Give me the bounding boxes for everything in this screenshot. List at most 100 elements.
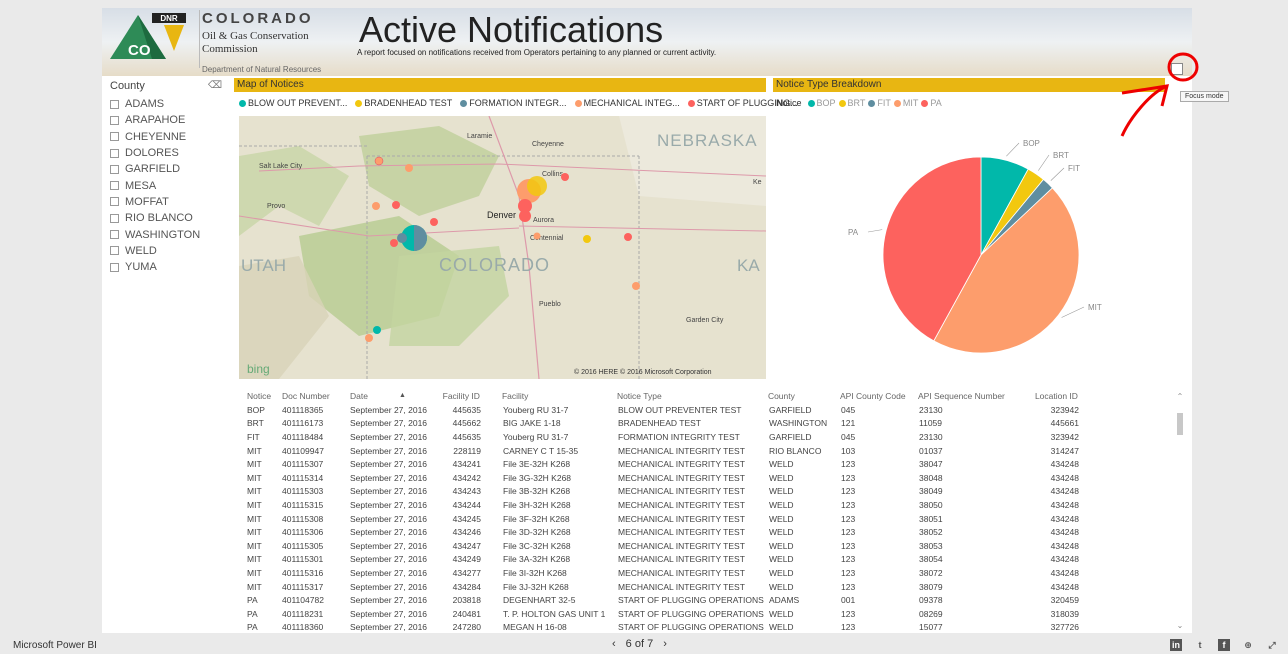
table-row[interactable]: MIT 401115315 September 27, 2016 434244 File…: [234, 498, 1169, 512]
checkbox[interactable]: [110, 246, 119, 256]
scroll-up-icon[interactable]: ⌃: [1175, 392, 1185, 401]
checkbox[interactable]: [110, 115, 119, 125]
facebook-icon[interactable]: f: [1218, 639, 1230, 651]
column-header[interactable]: Facility ID: [438, 391, 490, 401]
prev-page-icon[interactable]: ‹: [612, 638, 616, 650]
column-header[interactable]: API Sequence Number: [910, 391, 1018, 401]
legend-item[interactable]: MECHANICAL INTEG...: [574, 98, 680, 108]
slicer-item[interactable]: CHEYENNE: [110, 129, 228, 145]
table-row[interactable]: FIT 401118484 September 27, 2016 445635 Youb…: [234, 430, 1169, 444]
eraser-icon[interactable]: ⌫: [208, 80, 222, 92]
table-row[interactable]: MIT 401115316 September 27, 2016 434277 File…: [234, 566, 1169, 580]
checkbox[interactable]: [110, 213, 119, 223]
checkbox[interactable]: [110, 99, 119, 109]
table-cell: 434242: [452, 472, 481, 483]
table-row[interactable]: MIT 401115306 September 27, 2016 434246 File…: [234, 525, 1169, 539]
map-marker[interactable]: [632, 282, 640, 290]
slicer-item[interactable]: ARAPAHOE: [110, 112, 228, 128]
slicer-item[interactable]: RIO BLANCO: [110, 210, 228, 226]
table-row[interactable]: PA 401104782 September 27, 2016 203818 DEGEN…: [234, 593, 1169, 607]
column-header[interactable]: County: [756, 391, 830, 401]
scroll-down-icon[interactable]: ⌄: [1175, 621, 1185, 630]
table-row[interactable]: PA 401118360 September 27, 2016 247280 MEGAN…: [234, 621, 1169, 634]
map-marker[interactable]: [374, 156, 384, 166]
fullscreen-icon[interactable]: ⤢: [1266, 639, 1278, 651]
slicer-item[interactable]: MOFFAT: [110, 194, 228, 210]
table-row[interactable]: MIT 401109947 September 27, 2016 228119 CARN…: [234, 444, 1169, 458]
checkbox[interactable]: [110, 181, 119, 191]
table-row[interactable]: PA 401118231 September 27, 2016 240481 T. P.…: [234, 607, 1169, 621]
table-row[interactable]: BRT 401116173 September 27, 2016 445662 BIG …: [234, 417, 1169, 431]
column-header[interactable]: Facility: [490, 391, 605, 401]
map-panel-title: Map of Notices: [234, 78, 766, 92]
slicer-item[interactable]: WELD: [110, 243, 228, 259]
checkbox[interactable]: [110, 197, 119, 207]
pie-svg[interactable]: BOP BRT FIT MIT PA: [773, 112, 1190, 382]
legend-swatch: [807, 99, 815, 107]
slicer-item[interactable]: GARFIELD: [110, 161, 228, 177]
table-row[interactable]: MIT 401115303 September 27, 2016 434243 File…: [234, 485, 1169, 499]
map-marker[interactable]: [390, 239, 398, 247]
checkbox[interactable]: [110, 148, 119, 158]
table-row[interactable]: MIT 401115317 September 27, 2016 434284 File…: [234, 580, 1169, 594]
checkbox[interactable]: [110, 164, 119, 174]
column-header[interactable]: Location ID: [1018, 391, 1088, 401]
legend-item[interactable]: BOP: [807, 98, 836, 108]
twitter-icon[interactable]: t: [1194, 639, 1206, 651]
legend-item[interactable]: FORMATION INTEGR...: [460, 98, 567, 108]
table-cell: 08269: [919, 608, 943, 619]
map-marker[interactable]: [405, 164, 413, 172]
linkedin-icon[interactable]: in: [1170, 639, 1182, 651]
map-marker[interactable]: [561, 173, 569, 181]
map-marker[interactable]: [430, 218, 438, 226]
checkbox[interactable]: [110, 132, 119, 142]
pie-chart[interactable]: BOP BRT FIT MIT PA: [773, 112, 1190, 382]
legend-item[interactable]: BLOW OUT PREVENT...: [239, 98, 347, 108]
checkbox[interactable]: [110, 230, 119, 240]
table-row[interactable]: MIT 401115308 September 27, 2016 434245 File…: [234, 512, 1169, 526]
column-header[interactable]: Notice: [234, 391, 274, 401]
legend-item[interactable]: PA: [921, 98, 942, 108]
map-marker[interactable]: [583, 235, 591, 243]
slicer-item[interactable]: WASHINGTON: [110, 226, 228, 242]
table-row[interactable]: MIT 401115305 September 27, 2016 434247 File…: [234, 539, 1169, 553]
map-marker[interactable]: [519, 210, 531, 222]
share-icon[interactable]: ⊕: [1242, 639, 1254, 651]
slicer-item[interactable]: YUMA: [110, 259, 228, 275]
map-marker[interactable]: [392, 201, 400, 209]
bing-map[interactable]: NEBRASKA UTAH COLORADO KA Laramie Cheyen…: [239, 116, 766, 379]
table-row[interactable]: MIT 401115307 September 27, 2016 434241 File…: [234, 457, 1169, 471]
map-marker[interactable]: [397, 233, 407, 243]
table-row[interactable]: BOP 401118365 September 27, 2016 445635 Youb…: [234, 403, 1169, 417]
slicer-item[interactable]: ADAMS: [110, 96, 228, 112]
column-header[interactable]: Date: [338, 391, 439, 401]
map-marker[interactable]: [372, 202, 380, 210]
table-cell: 434248: [1050, 459, 1079, 470]
map-marker[interactable]: [365, 334, 373, 342]
sort-asc-icon[interactable]: ▲: [399, 392, 406, 399]
column-header[interactable]: Doc Number: [274, 391, 338, 401]
checkbox[interactable]: [110, 262, 119, 272]
map-marker[interactable]: [373, 326, 381, 334]
column-header[interactable]: API County Code: [830, 391, 910, 401]
table-cell: 001: [841, 595, 856, 606]
slicer-item[interactable]: DOLORES: [110, 145, 228, 161]
scroll-thumb[interactable]: [1177, 413, 1183, 435]
column-header[interactable]: Notice Type: [605, 391, 756, 401]
table-scrollbar[interactable]: ⌃ ⌄: [1175, 392, 1185, 630]
table-cell: 401118360: [282, 622, 324, 633]
legend-item[interactable]: MIT: [893, 98, 919, 108]
map-svg[interactable]: NEBRASKA UTAH COLORADO KA Laramie Cheyen…: [239, 116, 766, 379]
legend-item[interactable]: BRT: [838, 98, 865, 108]
table-row[interactable]: MIT 401115314 September 27, 2016 434242 File…: [234, 471, 1169, 485]
legend-label: MIT: [902, 98, 919, 108]
map-marker[interactable]: [624, 233, 632, 241]
table-row[interactable]: MIT 401115301 September 27, 2016 434249 File…: [234, 553, 1169, 567]
legend-item[interactable]: BRADENHEAD TEST: [355, 98, 452, 108]
map-marker[interactable]: [533, 232, 541, 240]
slicer-item-label: CHEYENNE: [125, 130, 187, 143]
next-page-icon[interactable]: ›: [663, 638, 667, 650]
legend-item[interactable]: FIT: [868, 98, 891, 108]
map-marker[interactable]: [527, 176, 547, 196]
slicer-item[interactable]: MESA: [110, 177, 228, 193]
